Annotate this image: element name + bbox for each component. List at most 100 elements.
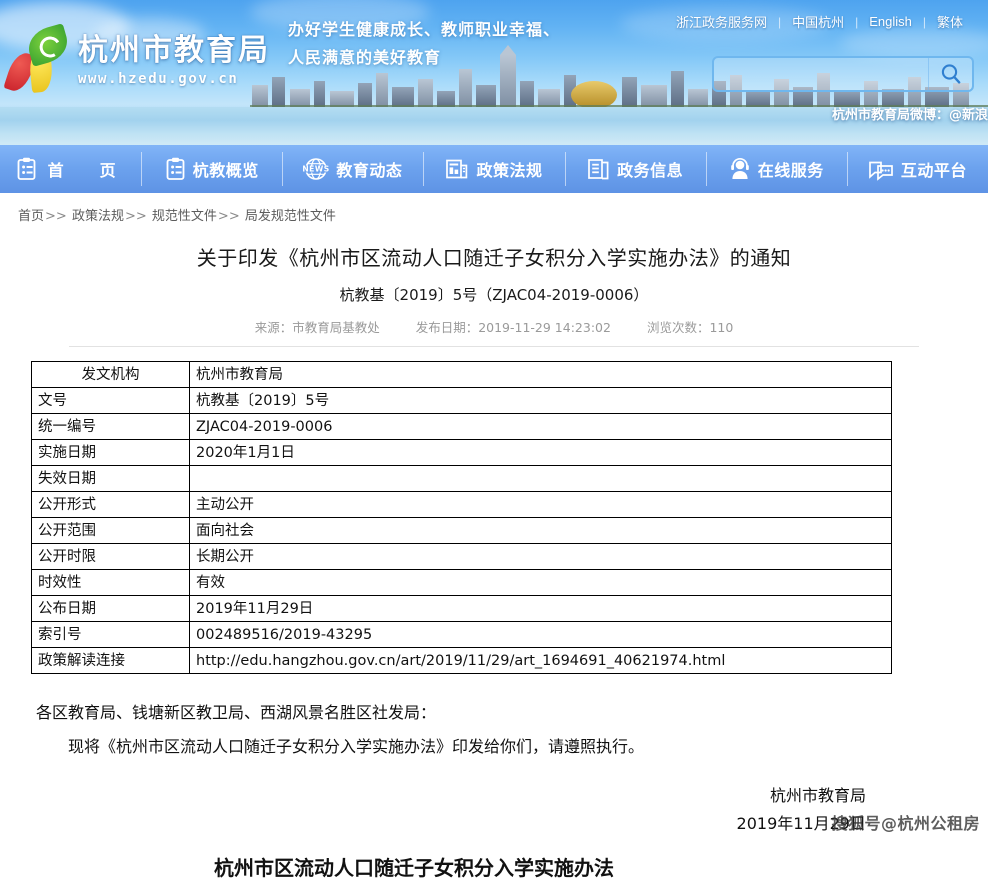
clipboard-icon [16, 157, 37, 181]
source-watermark: 搜狐号@杭州公租房 [831, 814, 980, 833]
table-cell-value: 002489516/2019-43295 [189, 621, 892, 649]
nav-item-interactive-platform[interactable]: 互动平台 [846, 145, 988, 193]
site-search[interactable] [712, 56, 974, 92]
svg-text:NEWS: NEWS [303, 165, 329, 174]
table-row: 时效性 有效 [31, 569, 892, 597]
table-row: 索引号 002489516/2019-43295 [31, 621, 892, 649]
page-title: 关于印发《杭州市区流动人口随迁子女积分入学实施办法》的通知 [196, 246, 792, 270]
table-cell-value: 2020年1月1日 [189, 439, 892, 467]
table-cell-key: 公开范围 [31, 517, 190, 545]
document-body: 各区教育局、钱塘新区教卫局、西湖风景名胜区社发局： 现将《杭州市区流动人口随迁子… [14, 700, 974, 881]
site-slogan: 办好学生健康成长、教师职业幸福、 人民满意的美好教育 [288, 16, 560, 72]
toplink-english[interactable]: English [858, 14, 923, 29]
table-row: 公开范围 面向社会 [31, 517, 892, 545]
nav-label: 在线服务 [757, 161, 824, 180]
search-button[interactable] [928, 58, 972, 90]
signature-organization: 杭州市教育局 [769, 786, 866, 806]
breadcrumb-item-normative-docs[interactable]: 规范性文件 [152, 209, 217, 224]
table-cell-key: 索引号 [31, 621, 190, 649]
table-cell-value [189, 465, 892, 493]
breadcrumb-separator: >> [124, 209, 147, 224]
table-cell-value: 2019年11月29日 [189, 595, 892, 623]
breadcrumb-item-home[interactable]: 首页 [18, 209, 44, 224]
breadcrumb-separator: >> [45, 209, 67, 224]
table-row: 发文机构 杭州市教育局 [31, 361, 892, 389]
nav-item-overview[interactable]: 杭教概览 [141, 145, 282, 193]
table-cell-key: 发文机构 [31, 361, 190, 389]
table-cell-value: ZJAC04-2019-0006 [189, 413, 892, 441]
document-number: 杭教基〔2019〕5号（ZJAC04-2019-0006） [339, 286, 649, 305]
table-cell-value: 面向社会 [189, 517, 892, 545]
clipboard-icon [165, 157, 186, 181]
toplink-traditional-chinese[interactable]: 繁体 [926, 12, 974, 31]
toplink-separator: | [855, 14, 859, 29]
body-paragraph: 现将《杭州市区流动人口随迁子女积分入学实施办法》印发给你们，请遵照执行。 [68, 737, 645, 757]
table-cell-value: 杭州市教育局 [189, 361, 892, 389]
search-icon [941, 64, 960, 84]
breadcrumb-item-policy[interactable]: 政策法规 [72, 209, 124, 224]
attachment-title: 杭州市区流动人口随迁子女积分入学实施办法 [214, 856, 614, 881]
table-cell-key: 统一编号 [31, 413, 190, 441]
nav-label: 教育动态 [336, 161, 403, 180]
site-logo[interactable]: 杭州市教育局 www.hzedu.gov.cn [3, 23, 270, 96]
table-row: 文号 杭教基〔2019〕5号 [31, 387, 892, 415]
table-row: 统一编号 ZJAC04-2019-0006 [31, 413, 892, 441]
slogan-line-2: 人民满意的美好教育 [288, 48, 442, 67]
nav-item-government-info[interactable]: 政务信息 [564, 145, 706, 193]
breadcrumb-item-bureau-normative-docs[interactable]: 局发规范性文件 [245, 209, 336, 224]
nav-item-home[interactable]: 首 页 [0, 145, 141, 193]
table-cell-key: 文号 [31, 387, 190, 415]
table-row: 公开形式 主动公开 [31, 491, 892, 519]
breadcrumb: 首页>> 政策法规>> 规范性文件>> 局发规范性文件 [14, 193, 974, 234]
news-globe-icon: NEWS [303, 157, 329, 181]
slogan-line-1: 办好学生健康成长、教师职业幸福、 [288, 20, 561, 39]
document-info-table: 发文机构 杭州市教育局 文号 杭教基〔2019〕5号 统一编号 ZJAC04-2… [31, 361, 892, 675]
table-cell-key: 公开形式 [31, 491, 190, 519]
document-lines-icon [587, 157, 610, 181]
table-cell-key: 政策解读连接 [31, 647, 190, 675]
table-row: 公开时限 长期公开 [31, 543, 892, 571]
page-content: 首页>> 政策法规>> 规范性文件>> 局发规范性文件 关于印发《杭州市区流动人… [0, 193, 988, 881]
nav-label: 互动平台 [900, 161, 967, 180]
table-cell-key: 公布日期 [31, 595, 190, 623]
nav-item-news[interactable]: NEWS 教育动态 [282, 145, 423, 193]
table-row: 政策解读连接 http://edu.hangzhou.gov.cn/art/20… [31, 647, 892, 675]
chat-bubble-icon [868, 157, 894, 181]
toplink-separator: | [777, 14, 782, 29]
logo-url: www.hzedu.gov.cn [78, 71, 239, 87]
table-cell-value-link[interactable]: http://edu.hangzhou.gov.cn/art/2019/11/2… [189, 647, 892, 675]
nav-item-policy[interactable]: 政策法规 [423, 145, 564, 193]
table-cell-value: 主动公开 [189, 491, 892, 519]
toplink-zhejiang-service[interactable]: 浙江政务服务网 [665, 12, 778, 31]
table-row: 实施日期 2020年1月1日 [31, 439, 892, 467]
meta-publish-date: 发布日期：2019-11-29 14:23:02 [415, 320, 611, 336]
signature-date: 2019年11月29日 [736, 814, 866, 834]
document-chart-icon [445, 157, 469, 181]
meta-view-count: 浏览次数：110 [646, 320, 734, 336]
table-cell-key: 时效性 [31, 569, 190, 597]
education-bureau-emblem-icon [3, 23, 72, 96]
weibo-label: 杭州市教育局微博：@新浪 [831, 108, 988, 123]
table-row: 公布日期 2019年11月29日 [31, 595, 892, 623]
nav-label: 首 页 [47, 161, 126, 180]
logo-title: 杭州市教育局 [78, 33, 270, 68]
table-cell-key: 公开时限 [31, 543, 190, 571]
meta-source: 来源：市教育局基教处 [254, 320, 380, 336]
table-cell-value: 有效 [189, 569, 892, 597]
addressee-line: 各区教育局、钱塘新区教卫局、西湖风景名胜区社发局： [36, 703, 437, 723]
headset-person-icon [729, 157, 751, 181]
breadcrumb-separator: >> [217, 209, 240, 224]
table-cell-key: 实施日期 [31, 439, 190, 467]
top-utility-links: 浙江政务服务网 | 中国杭州 | English | 繁体 [665, 12, 974, 31]
table-cell-value: 杭教基〔2019〕5号 [189, 387, 892, 415]
table-cell-value: 长期公开 [189, 543, 892, 571]
site-banner: 杭州市教育局 www.hzedu.gov.cn 办好学生健康成长、教师职业幸福、… [0, 0, 988, 145]
main-navigation: 首 页 杭教概览 NEWS 教育动态 政策法规 政务信息 在线服务 互动平台 [0, 145, 988, 193]
signature-block: 杭州市教育局 2019年11月29日 [36, 782, 952, 838]
toplink-china-hangzhou[interactable]: 中国杭州 [781, 12, 855, 31]
search-input[interactable] [714, 58, 928, 90]
nav-label: 政策法规 [476, 161, 543, 180]
nav-item-online-service[interactable]: 在线服务 [705, 145, 847, 193]
table-row: 失效日期 [31, 465, 892, 493]
meta-divider [69, 346, 919, 348]
